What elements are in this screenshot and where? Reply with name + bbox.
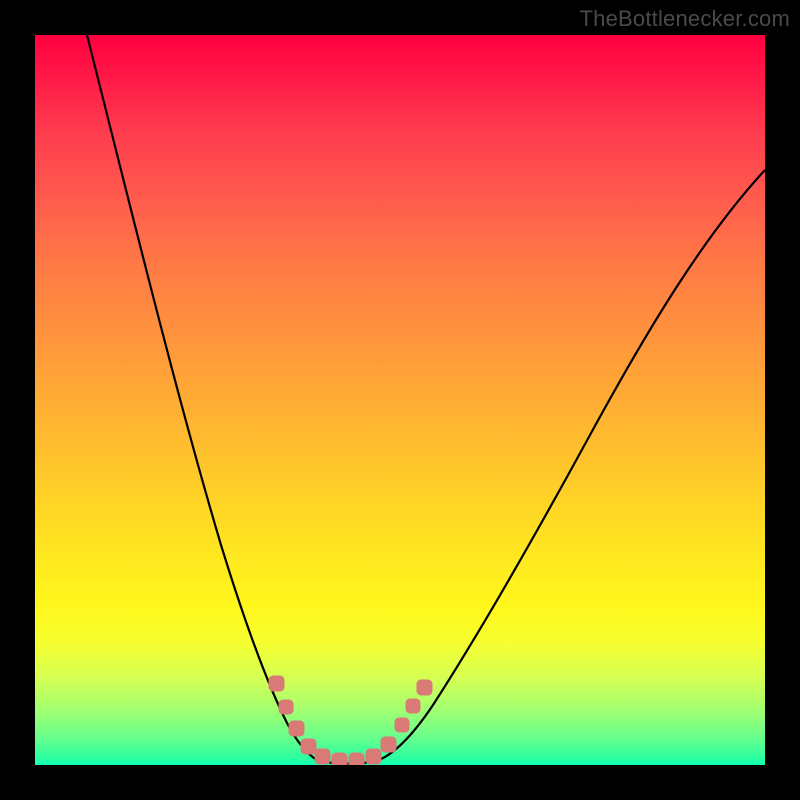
marker <box>332 753 347 765</box>
marker <box>279 700 293 714</box>
marker <box>406 699 420 713</box>
curve-right <box>379 170 765 760</box>
bottleneck-curve <box>35 35 765 765</box>
attribution-text: TheBottlenecker.com <box>580 6 790 32</box>
marker <box>395 718 409 732</box>
chart-frame: TheBottlenecker.com <box>0 0 800 800</box>
marker <box>269 676 284 691</box>
marker <box>381 737 396 752</box>
curve-left <box>87 35 317 760</box>
marker <box>315 749 330 764</box>
marker <box>417 680 432 695</box>
marker <box>366 749 381 764</box>
marker <box>301 739 316 754</box>
plot-area <box>35 35 765 765</box>
marker-group <box>269 676 432 765</box>
marker <box>349 753 364 765</box>
marker <box>289 721 304 736</box>
